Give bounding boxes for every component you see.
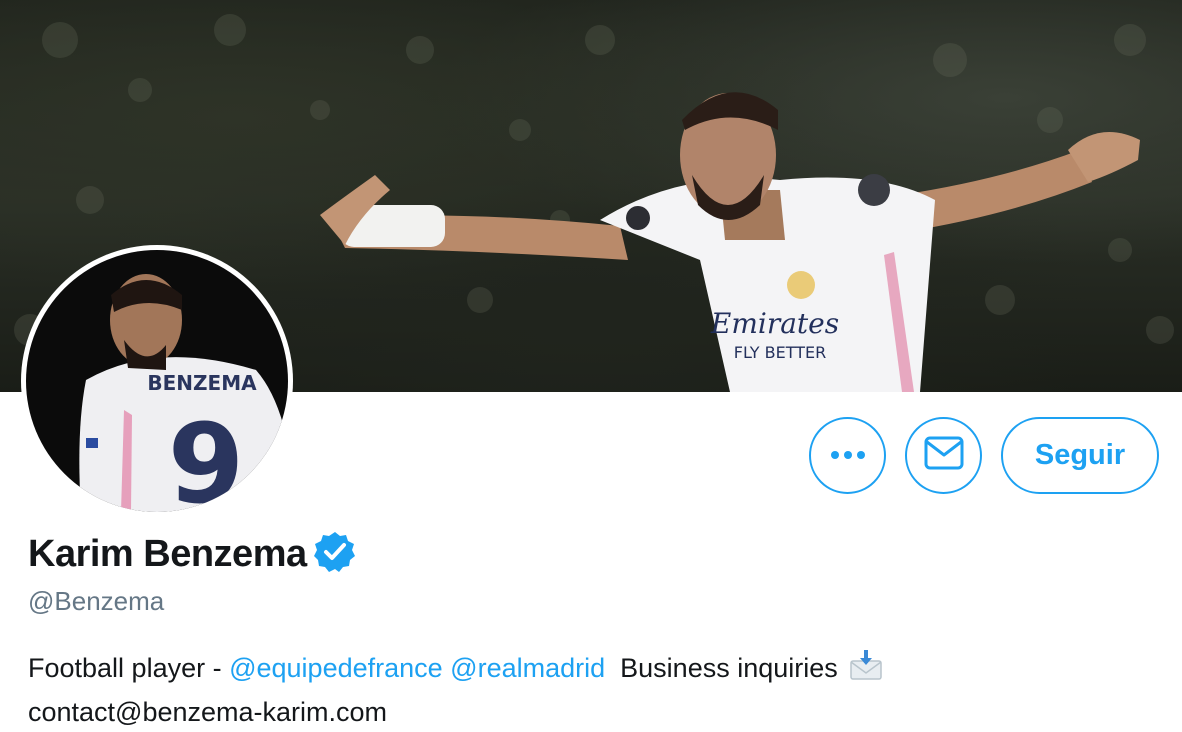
avatar-jersey-number: 9 <box>168 400 245 512</box>
avatar-jersey-name: BENZEMA <box>147 371 257 395</box>
bio-business-text: Business inquiries <box>620 653 838 683</box>
bio-mention-realmadrid[interactable]: @realmadrid <box>450 653 605 683</box>
follow-button[interactable]: Seguir <box>1001 417 1159 494</box>
bio-prefix: Football player - <box>28 653 230 683</box>
profile-name: Karim Benzema <box>28 533 307 575</box>
bio-email: contact@benzema-karim.com <box>28 697 388 727</box>
profile-avatar[interactable]: BENZEMA 9 <box>21 245 293 517</box>
profile-bio: Football player - @equipedefrance @realm… <box>28 648 1148 732</box>
profile-page: Emirates FLY BETTER BENZEMA 9 Seguir Kar… <box>0 0 1182 732</box>
envelope-icon <box>924 436 964 475</box>
verified-badge-icon <box>313 530 357 579</box>
avatar-photo: BENZEMA 9 <box>26 250 288 512</box>
bio-mention-equipedefrance[interactable]: @equipedefrance <box>229 653 443 683</box>
banner-sponsor-sub: FLY BETTER <box>734 343 826 362</box>
profile-handle: @Benzema <box>28 586 165 616</box>
profile-name-row: Karim Benzema <box>28 530 357 579</box>
message-button[interactable] <box>905 417 982 494</box>
banner-sponsor-text: Emirates <box>710 307 839 340</box>
incoming-envelope-icon <box>849 649 883 692</box>
more-options-button[interactable] <box>809 417 886 494</box>
more-horizontal-icon <box>830 447 866 465</box>
